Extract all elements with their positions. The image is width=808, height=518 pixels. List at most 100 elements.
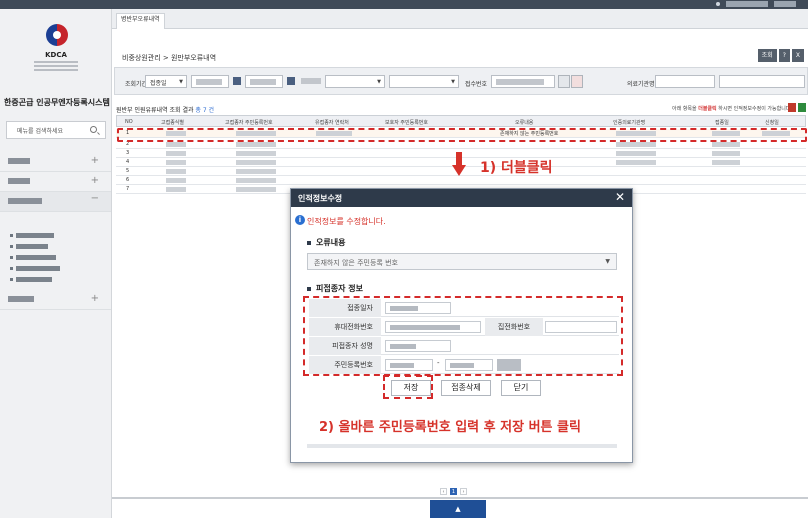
submenu-item[interactable] [6, 274, 110, 285]
menu-search-placeholder: 메뉴를 검색하세요 [17, 128, 64, 135]
sidebar-submenu [6, 230, 110, 296]
org-name-input-2[interactable] [719, 75, 805, 88]
end-date-input[interactable] [245, 75, 283, 88]
col-org: 인증의료기관명 [613, 120, 646, 126]
annotation-selected-row-highlight [117, 128, 807, 142]
modal-title: 인적정보수정 [298, 194, 343, 203]
minus-icon[interactable]: − [91, 193, 99, 204]
calendar-icon[interactable] [287, 77, 295, 85]
logo-text: KDCA [45, 51, 67, 59]
sidebar-menu-2[interactable]: + [0, 172, 111, 192]
col-apply: 신청일 [765, 120, 779, 126]
note-post: 하시면 인적정보수정이 가능합니다. [718, 106, 792, 112]
submenu-item[interactable] [6, 230, 110, 241]
filter-select-2[interactable]: ▼ [325, 75, 385, 88]
excel-icon[interactable] [798, 103, 806, 112]
submenu-item[interactable] [6, 252, 110, 263]
logo-subtitle [34, 61, 78, 73]
sidebar-menu-label [8, 296, 34, 302]
delete-vaccination-button[interactable]: 접종삭제 [441, 380, 491, 396]
error-type-value: 존재하지 않은 주민등록 번호 [314, 259, 398, 267]
breadcrumb: 비중상원관리 > 원만부오류내역 [122, 54, 217, 62]
error-type-select[interactable]: 존재하지 않은 주민등록 번호 ▼ [307, 253, 617, 270]
sidebar-menu-1[interactable]: + [0, 152, 111, 172]
menu-search-input[interactable]: 메뉴를 검색하세요 [6, 121, 106, 139]
receipt-number-input[interactable] [491, 75, 555, 88]
pdf-icon[interactable] [788, 103, 796, 112]
annotation-save-highlight [383, 375, 433, 399]
user-icon [716, 2, 720, 6]
col-no: NO [125, 119, 133, 125]
col-id: 고접종식별 [161, 120, 185, 126]
sidebar-menu-label [8, 158, 30, 164]
filter-label-blurred [301, 78, 321, 84]
tab-bar: 병반부오류내역 [112, 9, 808, 29]
start-date-input[interactable] [191, 75, 229, 88]
tab-error-list[interactable]: 병반부오류내역 [116, 13, 165, 29]
top-button-group: 조회 ? X [757, 49, 804, 62]
kdca-logo-icon [46, 24, 68, 46]
section-person-title: 피접종자 정보 [307, 283, 363, 294]
bottom-divider [112, 497, 808, 499]
col-contact: 유접종자 연락처 [315, 120, 349, 126]
filter-bar: 조회기간 접종일 ▼ ▼ ▼ 접수번호 의료기관명 [114, 67, 808, 95]
sidebar-menu-4[interactable]: + [0, 290, 111, 310]
chevron-down-icon: ▼ [179, 79, 183, 85]
submenu-item[interactable] [6, 241, 110, 252]
org-name-input[interactable] [655, 75, 715, 88]
close-icon[interactable]: ✕ [615, 190, 625, 204]
info-message: 인적정보를 수정합니다. [307, 217, 386, 226]
logout-link[interactable] [774, 1, 796, 7]
next-page-button[interactable]: › [460, 488, 467, 495]
system-title: 한중곤급 인공무엔자등록시스템 [4, 98, 110, 107]
result-title: 원반부 인원유류내역 조회 결과 총 7 건 [116, 105, 214, 114]
chevron-down-icon: ▼ [605, 258, 610, 265]
modal-header: 인적정보수정 ✕ [291, 189, 632, 207]
search-button[interactable]: 조회 [757, 49, 777, 62]
annotation-step-1: 1) 더블클릭 [480, 160, 553, 176]
scroll-up-button[interactable]: ▲ [430, 500, 486, 518]
grid-header: NO 고접종식별 고접종자 주민등록번호 유접종자 연락처 보호자 주민등록번호… [116, 115, 806, 127]
page-1-button[interactable]: 1 [450, 488, 457, 495]
plus-icon[interactable]: + [91, 175, 99, 186]
help-button[interactable]: ? [778, 49, 790, 62]
filter-select-3[interactable]: ▼ [389, 75, 459, 88]
result-note: 아래 항목을 더블클릭 하시면 인적정보수정이 가능합니다. [672, 105, 792, 112]
note-highlight: 더블클릭 [698, 106, 717, 112]
period-type-select[interactable]: 접종일 ▼ [145, 75, 187, 88]
modal-bottom-bar [307, 444, 617, 448]
calendar-icon[interactable] [233, 77, 241, 85]
arrow-down-icon [452, 152, 466, 176]
sidebar-menu-3-active[interactable]: − [0, 192, 111, 212]
col-date: 접종일 [715, 120, 729, 126]
info-icon: i [295, 215, 305, 225]
table-row[interactable]: 6 [116, 176, 806, 185]
result-title-text: 원반부 인원유류내역 조회 결과 [116, 107, 194, 114]
plus-icon[interactable]: + [91, 293, 99, 304]
col-guardian: 보호자 주민등록번호 [385, 120, 428, 126]
result-count: 총 7 건 [195, 107, 215, 114]
close-page-button[interactable]: X [791, 49, 804, 62]
plus-icon[interactable]: + [91, 155, 99, 166]
prev-page-button[interactable]: ‹ [440, 488, 447, 495]
reset-icon[interactable] [571, 75, 583, 88]
system-top-bar [0, 0, 808, 9]
annotation-step-2: 2) 올바른 주민등록번호 입력 후 저장 버튼 클릭 [319, 420, 581, 435]
sidebar: KDCA 한중곤급 인공무엔자등록시스템 메뉴를 검색하세요 + + − + [0, 9, 112, 518]
search-icon[interactable] [90, 126, 97, 133]
filter-label-org: 의료기관명 [627, 81, 655, 88]
sidebar-menu-label [8, 178, 30, 184]
section-error-title: 오류내용 [307, 237, 345, 248]
filter-label-receipt: 접수번호 [465, 81, 488, 88]
period-type-value: 접종일 [150, 80, 167, 87]
sidebar-menu-label [8, 198, 42, 204]
filter-label-period: 조회기간 [125, 81, 148, 88]
pagination: ‹ 1 › [440, 488, 467, 495]
search-icon[interactable] [558, 75, 570, 88]
submenu-item[interactable] [6, 263, 110, 274]
close-button[interactable]: 닫기 [501, 380, 541, 396]
note-pre: 아래 항목을 [672, 106, 697, 112]
export-icons [788, 103, 806, 112]
col-rrn: 고접종자 주민등록번호 [225, 120, 273, 126]
col-error: 오류내용 [515, 120, 534, 126]
